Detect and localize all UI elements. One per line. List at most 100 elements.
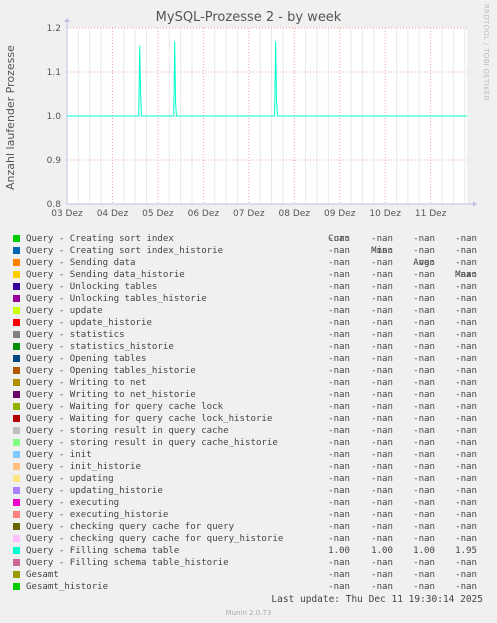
legend-value-min: -nan <box>371 378 393 388</box>
legend-label: Query - Filling schema table_historie <box>26 558 229 568</box>
legend-color-swatch <box>13 331 20 338</box>
legend-row: Query - checking query cache for query_h… <box>0 533 497 545</box>
legend-value-avg: -nan <box>413 354 435 364</box>
legend-color-swatch <box>13 427 20 434</box>
legend-label: Query - Writing to net_historie <box>26 390 196 400</box>
y-tick-label: 1.1 <box>47 68 61 78</box>
legend-value-min: -nan <box>371 558 393 568</box>
legend-color-swatch <box>13 463 20 470</box>
legend-value-avg: -nan <box>413 282 435 292</box>
legend-row: Query - Waiting for query cache lock_his… <box>0 413 497 425</box>
legend-color-swatch <box>13 523 20 530</box>
legend-value-min: -nan <box>371 438 393 448</box>
legend-value-avg: -nan <box>413 306 435 316</box>
legend-value-avg: -nan <box>413 330 435 340</box>
legend-value-cur: -nan <box>328 426 350 436</box>
legend-color-swatch <box>13 571 20 578</box>
legend-value-max: -nan <box>455 330 477 340</box>
legend-label: Query - executing <box>26 498 120 508</box>
x-axis-arrow <box>473 201 477 207</box>
legend-value-cur: -nan <box>328 378 350 388</box>
legend-value-max: -nan <box>455 246 477 256</box>
legend-value-cur: -nan <box>328 390 350 400</box>
legend-value-cur: -nan <box>328 258 350 268</box>
legend-row: Query - init -nan -nan -nan -nan <box>0 449 497 461</box>
legend-value-avg: -nan <box>413 246 435 256</box>
legend-value-max: -nan <box>455 306 477 316</box>
legend-value-min: -nan <box>371 306 393 316</box>
legend-value-cur: -nan <box>328 294 350 304</box>
legend-color-swatch <box>13 343 20 350</box>
legend-value-max: -nan <box>455 462 477 472</box>
legend-value-avg: -nan <box>413 294 435 304</box>
legend-color-swatch <box>13 559 20 566</box>
legend-color-swatch <box>13 415 20 422</box>
y-tick-label: 1.0 <box>47 112 62 122</box>
legend-row: Query - Creating sort index_historie -nan… <box>0 245 497 257</box>
legend-label: Query - statistics <box>26 330 125 340</box>
x-tick-label: 03 Dez <box>51 209 83 219</box>
legend-value-min: -nan <box>371 450 393 460</box>
legend-row: Query - executing -nan -nan -nan -nan <box>0 497 497 509</box>
legend-value-min: -nan <box>371 534 393 544</box>
legend-value-max: -nan <box>455 270 477 280</box>
legend-value-min: -nan <box>371 510 393 520</box>
legend-value-min: -nan <box>371 366 393 376</box>
legend-value-min: -nan <box>371 570 393 580</box>
legend-value-cur: -nan <box>328 570 350 580</box>
x-tick-label: 08 Dez <box>279 209 311 219</box>
legend-color-swatch <box>13 295 20 302</box>
legend-value-cur: -nan <box>328 330 350 340</box>
legend-value-max: -nan <box>455 474 477 484</box>
legend-value-cur: -nan <box>328 354 350 364</box>
legend-value-avg: -nan <box>413 426 435 436</box>
legend-value-cur: -nan <box>328 558 350 568</box>
legend-value-avg: -nan <box>413 534 435 544</box>
legend-value-min: -nan <box>371 282 393 292</box>
legend-value-max: -nan <box>455 402 477 412</box>
legend-row: Gesamt_historie -nan -nan -nan -nan <box>0 581 497 593</box>
legend-label: Query - Creating sort index <box>26 234 174 244</box>
legend-value-avg: -nan <box>413 474 435 484</box>
legend-color-swatch <box>13 547 20 554</box>
legend-value-avg: -nan <box>413 366 435 376</box>
legend-color-swatch <box>13 355 20 362</box>
legend-label: Query - Unlocking tables <box>26 282 158 292</box>
legend-value-avg: -nan <box>413 378 435 388</box>
legend-value-cur: 1.00 <box>328 546 350 556</box>
legend-color-swatch <box>13 499 20 506</box>
legend-value-cur: -nan <box>328 306 350 316</box>
legend-row: Query - Sending data -nan -nan -nan -nan <box>0 257 497 269</box>
legend-label: Query - Waiting for query cache lock <box>26 402 224 412</box>
legend-row: Query - storing result in query cache -na… <box>0 425 497 437</box>
legend-color-swatch <box>13 475 20 482</box>
legend-value-max: -nan <box>455 234 477 244</box>
legend-value-min: -nan <box>371 522 393 532</box>
legend-value-avg: -nan <box>413 234 435 244</box>
legend-row: Query - Filling schema table 1.00 1.00 1.00… <box>0 545 497 557</box>
legend-value-cur: -nan <box>328 366 350 376</box>
legend-value-cur: -nan <box>328 234 350 244</box>
legend-value-cur: -nan <box>328 342 350 352</box>
legend-value-min: -nan <box>371 258 393 268</box>
legend-value-cur: -nan <box>328 450 350 460</box>
legend-value-avg: -nan <box>413 414 435 424</box>
legend-label: Query - Opening tables_historie <box>26 366 196 376</box>
legend-row: Query - updating_historie -nan -nan -nan -na… <box>0 485 497 497</box>
legend-color-swatch <box>13 259 20 266</box>
legend-color-swatch <box>13 403 20 410</box>
legend-row: Query - Writing to net_historie -nan -nan -… <box>0 389 497 401</box>
legend-value-min: -nan <box>371 270 393 280</box>
legend-value-max: -nan <box>455 294 477 304</box>
legend-label: Query - Unlocking tables_historie <box>26 294 207 304</box>
legend-value-avg: -nan <box>413 570 435 580</box>
legend-value-cur: -nan <box>328 486 350 496</box>
legend-value-avg: -nan <box>413 582 435 592</box>
legend-row: Gesamt -nan -nan -nan -nan <box>0 569 497 581</box>
legend-label: Query - executing_historie <box>26 510 169 520</box>
legend-label: Query - update <box>26 306 103 316</box>
legend-label: Query - updating <box>26 474 114 484</box>
legend-row: Query - updating -nan -nan -nan -nan <box>0 473 497 485</box>
legend-value-avg: -nan <box>413 270 435 280</box>
legend-row: Query - Sending data_historie -nan -nan -na… <box>0 269 497 281</box>
